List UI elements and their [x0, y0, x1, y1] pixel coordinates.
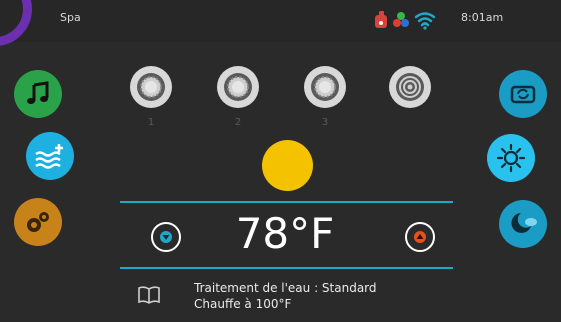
- light-ring-icon: [224, 73, 252, 101]
- light-button-3[interactable]: [304, 66, 346, 108]
- camera-button[interactable]: [499, 70, 547, 118]
- gears-icon: [27, 212, 49, 232]
- water-heat-plus-icon: [35, 144, 63, 169]
- night-mode-button[interactable]: [499, 200, 547, 248]
- wifi-icon: [414, 12, 436, 27]
- spa-control-screen: Spa 8:01am 1 2 3 78°F Traitement de l'ea…: [0, 0, 561, 322]
- temperature-display: 78°F: [235, 209, 335, 258]
- red-pump-icon: [375, 11, 387, 28]
- divider-top: [120, 201, 453, 203]
- rotate-camera-icon: [510, 85, 536, 104]
- lights-button[interactable]: [487, 134, 535, 182]
- moon-cloud-icon: [511, 213, 537, 233]
- brand-logo[interactable]: [0, 0, 32, 46]
- color-lights-icon: [393, 12, 409, 27]
- clock: 8:01am: [461, 11, 504, 24]
- temp-up-button[interactable]: [405, 222, 435, 252]
- divider-bottom: [120, 267, 453, 269]
- sun-icon: [496, 143, 526, 173]
- light-button-4[interactable]: [389, 66, 431, 108]
- light-label-1: 1: [147, 117, 155, 128]
- concentric-light-icon: [396, 73, 424, 101]
- arrow-up-icon: [414, 231, 426, 243]
- status-icons: [375, 11, 436, 30]
- temp-down-button[interactable]: [151, 222, 181, 252]
- water-care-button[interactable]: [26, 132, 74, 180]
- settings-button[interactable]: [14, 198, 62, 246]
- book-icon[interactable]: [137, 285, 161, 305]
- main-light-toggle[interactable]: [262, 140, 313, 191]
- heating-status: Chauffe à 100°F: [194, 297, 292, 311]
- app-title: Spa: [60, 11, 81, 24]
- arrow-down-icon: [160, 231, 172, 243]
- water-treatment-status: Traitement de l'eau : Standard: [194, 281, 377, 295]
- music-button[interactable]: [14, 70, 62, 118]
- top-bar: Spa 8:01am: [0, 0, 561, 46]
- light-button-2[interactable]: [217, 66, 259, 108]
- light-button-1[interactable]: [130, 66, 172, 108]
- light-label-3: 3: [321, 117, 329, 128]
- light-label-2: 2: [234, 117, 242, 128]
- music-note-icon: [27, 81, 49, 104]
- light-ring-icon: [137, 73, 165, 101]
- light-ring-icon: [311, 73, 339, 101]
